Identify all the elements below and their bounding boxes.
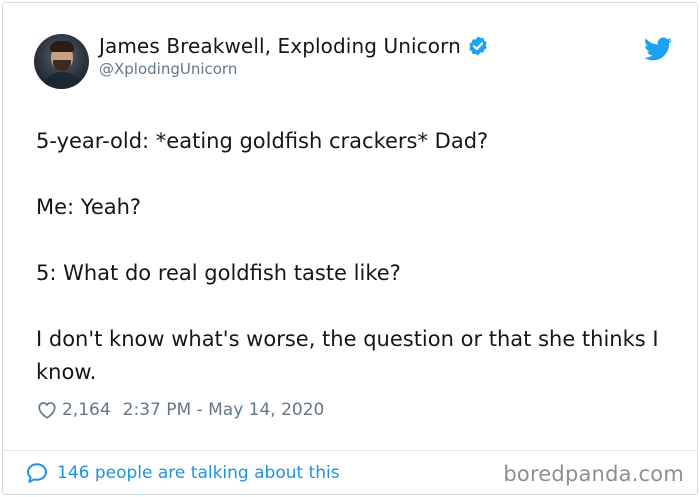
conversation-link[interactable]: 146 people are talking about this — [25, 461, 340, 485]
verified-badge-icon — [469, 36, 487, 56]
avatar-hair — [50, 41, 74, 52]
divider — [3, 450, 697, 451]
tweet-timestamp[interactable]: 2:37 PM - May 14, 2020 — [123, 400, 325, 420]
speech-bubble-icon — [27, 463, 47, 483]
author-row: James Breakwell, Exploding Unicorn — [99, 34, 489, 58]
tweet-line: 5: What do real goldfish taste like? — [36, 261, 401, 285]
conversation-text[interactable]: 146 people are talking about this — [57, 463, 340, 483]
watermark: boredpanda.com — [503, 462, 684, 486]
author-handle[interactable]: @XplodingUnicorn — [99, 60, 237, 78]
avatar-body — [40, 72, 84, 89]
tweet-card: James Breakwell, Exploding Unicorn @Xplo… — [2, 2, 698, 495]
tweet-meta: 2,164 2:37 PM - May 14, 2020 — [36, 399, 324, 421]
tweet-line: Me: Yeah? — [36, 195, 142, 219]
twitter-bird-icon[interactable] — [644, 37, 672, 61]
tweet-body: 5-year-old: *eating goldfish crackers* D… — [36, 125, 676, 389]
heart-icon[interactable] — [36, 399, 58, 421]
avatar[interactable] — [34, 34, 89, 89]
like-count[interactable]: 2,164 — [62, 400, 111, 420]
tweet-line: 5-year-old: *eating goldfish crackers* D… — [36, 129, 489, 153]
tweet-line: I don't know what's worse, the question … — [36, 327, 659, 384]
author-display-name[interactable]: James Breakwell, Exploding Unicorn — [99, 34, 461, 58]
avatar-beard — [53, 60, 71, 71]
